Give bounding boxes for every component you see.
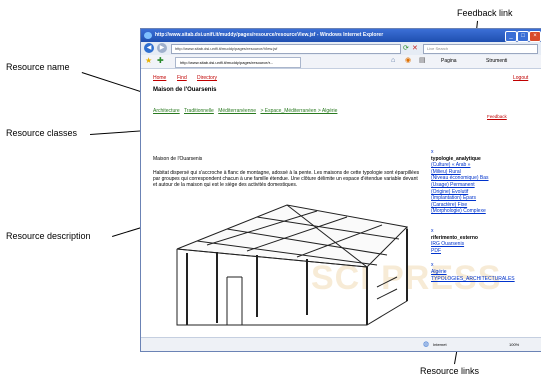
resource-links-panel: x typologie_analytique (Culture) « Arab … xyxy=(431,149,537,282)
collapse-marker[interactable]: x xyxy=(431,149,537,156)
status-bar: ◍ Internet 100% xyxy=(141,337,541,351)
resource-name: Maison de l'Ouarsenis xyxy=(153,87,217,93)
tools-menu[interactable]: Strumenti xyxy=(486,56,507,66)
typologie-link[interactable]: (Implantation) Epars xyxy=(431,195,537,202)
typologie-heading: typologie_analytique xyxy=(431,155,481,162)
nav-find-link[interactable]: Find xyxy=(177,75,187,81)
resource-classes: Architecture Traditionnelle Méditerranée… xyxy=(153,108,340,114)
nav-directory-link[interactable]: Directory xyxy=(197,75,217,81)
add-favorite-icon[interactable]: ✚ xyxy=(157,56,164,66)
browser-window: http://www.sitab.dsi.unifi.it/muddy/page… xyxy=(140,28,541,352)
description-title: Maison de l'Ouarsenis xyxy=(153,156,203,162)
page-content: SCI PRESS Home Find Directory Logout Mai… xyxy=(141,69,541,337)
riferimento-heading: riferimento_esterno xyxy=(431,234,478,241)
typologie-link[interactable]: (Milieu) Rural xyxy=(431,169,537,176)
collapse-marker[interactable]: x xyxy=(431,228,537,235)
typologie-link[interactable]: (Origine) Evolutif xyxy=(431,189,537,196)
typologie-link[interactable]: (Caractère) Fixe xyxy=(431,202,537,209)
forward-button[interactable]: ▶ xyxy=(157,43,167,53)
house-sketch-image xyxy=(176,204,409,326)
status-zone: Internet xyxy=(433,342,447,347)
address-bar[interactable]: http://www.sitab.dsi.unifi.it/muddy/page… xyxy=(171,44,401,54)
feedback-link[interactable]: Feedback xyxy=(487,114,507,119)
back-button[interactable]: ◀ xyxy=(144,43,154,53)
ie-icon xyxy=(144,32,152,39)
favorites-star-icon[interactable]: ★ xyxy=(145,56,152,66)
typologie-link[interactable]: (Morphologie) Complexe xyxy=(431,208,537,215)
riferimento-link[interactable]: IRG Ouarsenis xyxy=(431,241,537,248)
window-title: http://www.sitab.dsi.unifi.it/muddy/page… xyxy=(141,29,541,42)
typologie-link[interactable]: (Culture) « Arab » xyxy=(431,162,537,169)
riferimento-link[interactable]: PDF xyxy=(431,248,537,255)
zoom-level[interactable]: 100% xyxy=(509,338,519,351)
resource-description-callout: Resource description xyxy=(6,231,91,241)
close-button[interactable]: × xyxy=(529,31,541,42)
class-path-link[interactable]: > Espace_Méditerranéen > Algérie xyxy=(260,108,337,114)
minimize-button[interactable]: _ xyxy=(505,31,517,42)
search-input[interactable]: Live Search xyxy=(423,44,538,54)
tab-toolbar: ★ ✚ http://www.sitab.dsi.unifi.it/muddy/… xyxy=(141,55,541,69)
collapse-marker[interactable]: x xyxy=(431,262,537,269)
home-icon[interactable]: ⌂ xyxy=(391,56,395,66)
class-link-architecture[interactable]: Architecture xyxy=(153,108,180,114)
stop-icon[interactable]: ✕ xyxy=(412,44,418,53)
class-link-mediterraneenne[interactable]: Méditerranéenne xyxy=(218,108,256,114)
other-link[interactable]: TYPOLOGIES_ARCHITECTURALES xyxy=(431,276,537,283)
page-menu[interactable]: Pagina xyxy=(441,56,457,66)
nav-home-link[interactable]: Home xyxy=(153,75,166,81)
logout-link[interactable]: Logout xyxy=(513,75,528,81)
typologie-link[interactable]: (Usage) Permanent xyxy=(431,182,537,189)
refresh-icon[interactable]: ⟳ xyxy=(403,44,409,53)
resource-links-callout: Resource links xyxy=(420,366,480,376)
feedback-link-callout: Feedback link xyxy=(457,8,513,18)
print-icon[interactable]: ▤ xyxy=(419,56,426,66)
feeds-icon[interactable]: ◉ xyxy=(405,56,411,66)
typologie-link[interactable]: (Niveau économique) Bas xyxy=(431,175,537,182)
maximize-button[interactable]: □ xyxy=(517,31,529,42)
resource-classes-callout: Resource classes xyxy=(6,128,78,138)
description-text: Habitat dispersé qui s'accroche à flanc … xyxy=(153,170,420,188)
class-link-traditionnelle[interactable]: Traditionnelle xyxy=(184,108,214,114)
address-toolbar: ◀ ▶ http://www.sitab.dsi.unifi.it/muddy/… xyxy=(141,42,541,56)
tab-current-page[interactable]: http://www.sitab.dsi.unifi.it/muddy/page… xyxy=(175,57,301,68)
globe-icon: ◍ xyxy=(423,341,430,348)
other-link[interactable]: Algérie xyxy=(431,269,537,276)
resource-name-callout: Resource name xyxy=(6,62,70,72)
